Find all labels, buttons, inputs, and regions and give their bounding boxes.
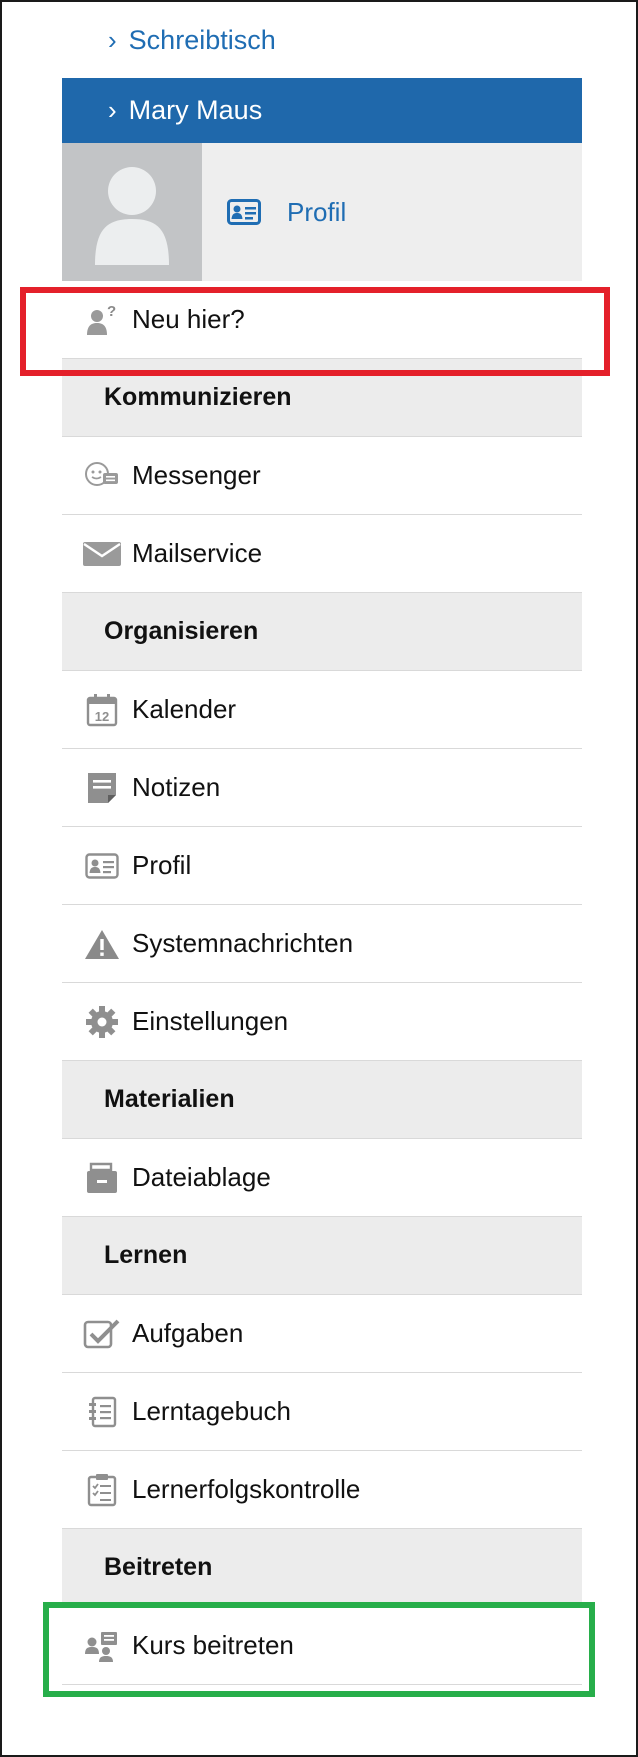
menu-item-kalender[interactable]: 12 Kalender xyxy=(62,671,582,749)
menu-item-label: Mailservice xyxy=(132,538,263,568)
menu-item-profil[interactable]: Profil xyxy=(62,827,582,905)
menu-item-messenger[interactable]: Messenger xyxy=(62,437,582,515)
menu-item-label: Profil xyxy=(132,850,192,880)
section-materialien: Materialien xyxy=(62,1061,582,1139)
user-silhouette-icon xyxy=(95,167,169,265)
file-cabinet-icon xyxy=(82,1161,122,1195)
breadcrumb-label: Mary Maus xyxy=(128,95,263,125)
breadcrumb-schreibtisch[interactable]: › Schreibtisch xyxy=(62,2,582,78)
profile-link[interactable]: Profil xyxy=(202,143,346,281)
section-organisieren: Organisieren xyxy=(62,593,582,671)
side-menu: › Schreibtisch › Mary Maus Profil ? Neu … xyxy=(62,2,582,1685)
id-card-icon xyxy=(82,849,122,883)
profile-link-label: Profil xyxy=(287,196,347,227)
menu-item-lernerfolgskontrolle[interactable]: Lernerfolgskontrolle xyxy=(62,1451,582,1529)
chevron-right-icon: › xyxy=(108,24,117,55)
user-box: Profil xyxy=(62,143,582,281)
menu-item-label: Einstellungen xyxy=(132,1006,289,1036)
highlight-box-green xyxy=(43,1602,595,1697)
menu-item-dateiablage[interactable]: Dateiablage xyxy=(62,1139,582,1217)
chevron-right-icon: › xyxy=(108,95,117,125)
menu-item-label: Lernerfolgskontrolle xyxy=(132,1474,361,1504)
id-card-icon xyxy=(227,199,261,225)
menu-item-label: Lerntagebuch xyxy=(132,1396,292,1426)
highlight-box-red xyxy=(20,287,610,376)
checkbox-icon xyxy=(82,1317,122,1351)
menu-item-systemnachrichten[interactable]: Systemnachrichten xyxy=(62,905,582,983)
menu-item-label: Aufgaben xyxy=(132,1318,244,1348)
menu-item-einstellungen[interactable]: Einstellungen xyxy=(62,983,582,1061)
menu-item-notizen[interactable]: Notizen xyxy=(62,749,582,827)
breadcrumb-label: Schreibtisch xyxy=(128,24,276,55)
menu-item-label: Systemnachrichten xyxy=(132,928,354,958)
avatar xyxy=(62,143,202,281)
gear-icon xyxy=(82,1005,122,1039)
menu-item-label: Dateiablage xyxy=(132,1162,271,1192)
section-beitreten: Beitreten xyxy=(62,1529,582,1607)
section-lernen: Lernen xyxy=(62,1217,582,1295)
calendar-icon: 12 xyxy=(82,693,122,727)
warning-icon xyxy=(82,927,122,961)
menu-item-label: Kalender xyxy=(132,694,237,724)
notebook-icon xyxy=(82,1395,122,1429)
menu-item-label: Notizen xyxy=(132,772,221,802)
note-icon xyxy=(82,771,122,805)
menu-item-label: Messenger xyxy=(132,460,261,490)
chat-bubble-icon xyxy=(82,459,122,493)
envelope-icon xyxy=(82,537,122,571)
menu-item-mailservice[interactable]: Mailservice xyxy=(62,515,582,593)
svg-text:12: 12 xyxy=(95,709,109,724)
clipboard-icon xyxy=(82,1473,122,1507)
menu-item-lerntagebuch[interactable]: Lerntagebuch xyxy=(62,1373,582,1451)
breadcrumb-user[interactable]: › Mary Maus xyxy=(62,78,582,143)
menu-item-aufgaben[interactable]: Aufgaben xyxy=(62,1295,582,1373)
